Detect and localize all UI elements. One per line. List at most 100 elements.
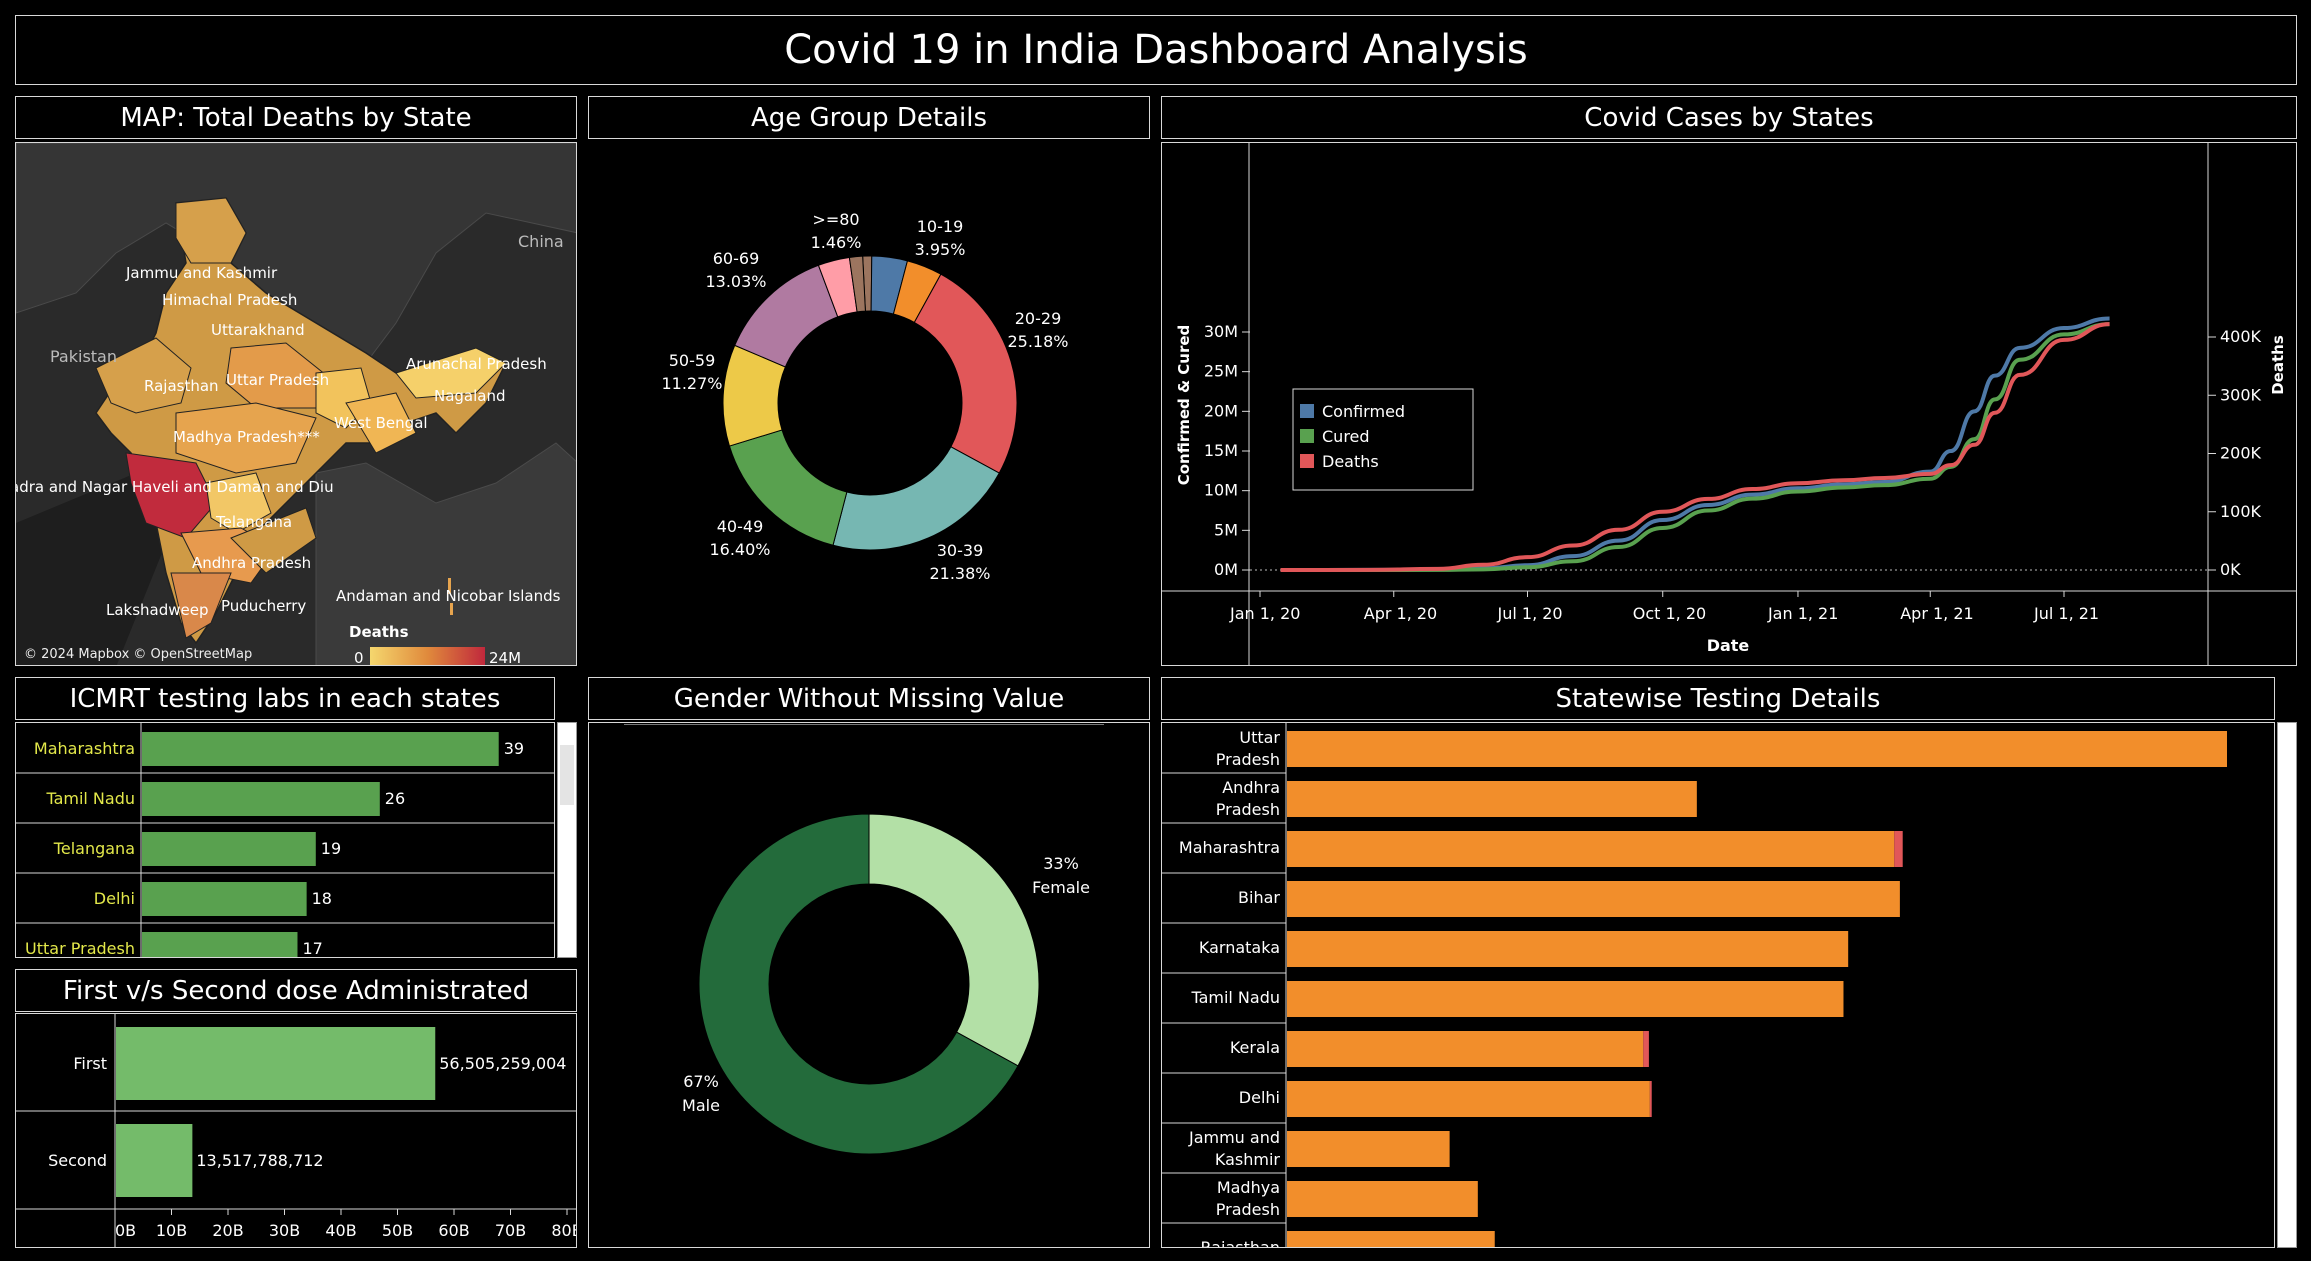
map-legend-title: Deaths	[349, 623, 409, 641]
age-slice-pct: 1.46%	[811, 233, 862, 252]
age-slice-label: 60-69	[713, 249, 760, 268]
testing-bar	[1287, 1081, 1650, 1117]
covid-legend-label: Confirmed	[1322, 402, 1405, 421]
age-donut-chart[interactable]: 10-19 3.95% 20-29 25.18% 30-39 21.38% 40-49 16.…	[588, 142, 1150, 666]
map-state-label: adra and Nagar Haveli and Daman and Diu	[16, 478, 334, 496]
map-panel[interactable]: Jammu and Kashmir Himachal Pradesh Uttar…	[15, 142, 577, 666]
map-state-label: Arunachal Pradesh	[406, 355, 547, 373]
dose-xtick-label: 40B	[325, 1221, 356, 1240]
age-slice-pct: 25.18%	[1007, 332, 1068, 351]
map-country-label: Pakistan	[50, 347, 117, 366]
covid-title: Covid Cases by States	[1584, 102, 1874, 133]
dose-xtick-label: 70B	[495, 1221, 526, 1240]
dose-bar-chart[interactable]: First 56,505,259,004 Second 13,517,788,712 0…	[16, 1014, 583, 1247]
testing-state-label: Bihar	[1238, 888, 1280, 907]
map-state-label: Puducherry	[221, 597, 306, 615]
dose-title: First v/s Second dose Administrated	[62, 975, 530, 1006]
covid-ytick-label: 30M	[1204, 322, 1238, 341]
icmr-bar-value: 18	[312, 889, 332, 908]
age-slice	[832, 446, 1000, 551]
testing-state-label: Maharashtra	[1179, 838, 1280, 857]
map-state-label: Nagaland	[434, 387, 506, 405]
dose-category-label: Second	[48, 1151, 107, 1170]
dose-xtick-label: 80B	[551, 1221, 576, 1240]
covid-y2tick-label: 300K	[2220, 385, 2262, 404]
gender-title-bar: Gender Without Missing Value	[588, 677, 1150, 720]
icmr-bar-value: 19	[321, 839, 341, 858]
covid-y2tick-label: 0K	[2220, 560, 2241, 579]
testing-state-label: Uttar Pradesh	[1216, 728, 1281, 769]
icmr-title: ICMRT testing labs in each states	[69, 683, 501, 714]
icmr-panel: Maharashtra 39 Tamil Nadu 26 Telangana 19 Delh…	[15, 722, 555, 958]
dose-xtick-label: 10B	[156, 1221, 187, 1240]
testing-panel: Uttar Pradesh Andhra Pradesh Maharashtra Biha…	[1161, 722, 2275, 1248]
icmr-bar	[142, 732, 499, 766]
icmr-bar-value: 26	[385, 789, 405, 808]
dose-xtick-label: 30B	[269, 1221, 300, 1240]
testing-state-label: Karnataka	[1199, 938, 1280, 957]
gender-slice-label: Female	[1032, 878, 1090, 897]
testing-bar	[1287, 931, 1849, 967]
covid-y-axis-title: Confirmed & Cured	[1175, 325, 1193, 486]
dose-title-bar: First v/s Second dose Administrated	[15, 969, 577, 1012]
icmr-bar-chart[interactable]: Maharashtra 39 Tamil Nadu 26 Telangana 19 Delh…	[16, 723, 554, 957]
testing-state-label: Kerala	[1230, 1038, 1280, 1057]
icmr-state-label: Delhi	[94, 889, 135, 908]
icmr-scroll-thumb[interactable]	[560, 745, 574, 805]
icmr-state-label: Tamil Nadu	[45, 789, 135, 808]
map-state-label: Rajasthan	[144, 377, 219, 395]
icmr-state-label: Maharashtra	[34, 739, 135, 758]
testing-bar	[1287, 1231, 1495, 1247]
icmr-bar	[142, 882, 307, 916]
dose-bar-value: 13,517,788,712	[196, 1151, 323, 1170]
icmr-state-label: Uttar Pradesh	[25, 939, 135, 957]
gender-slice-pct: 33%	[1043, 854, 1079, 873]
map-state-label: Jammu and Kashmir	[125, 264, 278, 282]
covid-xtick-label: Apr 1, 21	[1900, 604, 1973, 623]
icmr-title-bar: ICMRT testing labs in each states	[15, 677, 555, 720]
covid-line-chart[interactable]: 0M 5M 10M 15M 20M 25M 30M 0K 100K 200K 300K 400K Jan…	[1162, 143, 2296, 665]
map-state-label: Uttarakhand	[211, 321, 305, 339]
map-state-label: Himachal Pradesh	[162, 291, 297, 309]
india-map[interactable]: Jammu and Kashmir Himachal Pradesh Uttar…	[16, 143, 577, 666]
testing-bar	[1287, 1131, 1450, 1167]
map-state-label: West Bengal	[334, 414, 428, 432]
gender-donut-chart[interactable]: 33% Female 67% Male	[589, 723, 1149, 1247]
icmr-scrollbar[interactable]	[557, 722, 577, 958]
dose-panel: First 56,505,259,004 Second 13,517,788,712 0…	[15, 1013, 583, 1248]
age-panel: 10-19 3.95% 20-29 25.18% 30-39 21.38% 40-49 16.…	[588, 142, 1150, 666]
map-legend-min: 0	[354, 649, 364, 666]
age-slice-label: >=80	[812, 210, 859, 229]
testing-bar	[1287, 731, 2227, 767]
dashboard-title-bar: Covid 19 in India Dashboard Analysis	[15, 15, 2297, 85]
map-state-label: Lakshadweep	[106, 601, 209, 619]
covid-y2tick-label: 100K	[2220, 502, 2262, 521]
gender-title: Gender Without Missing Value	[673, 683, 1065, 714]
testing-state-label: Andhra Pradesh	[1216, 778, 1280, 819]
testing-bar	[1287, 981, 1844, 1017]
age-slice-label: 40-49	[717, 517, 764, 536]
covid-ytick-label: 5M	[1214, 520, 1238, 539]
testing-bar	[1287, 831, 1895, 867]
age-title: Age Group Details	[750, 102, 988, 133]
age-title-bar: Age Group Details	[588, 96, 1150, 139]
covid-y2-axis-title: Deaths	[2269, 335, 2287, 395]
testing-bar	[1287, 1181, 1478, 1217]
covid-legend-label: Cured	[1322, 427, 1370, 446]
covid-xtick-label: Jul 1, 20	[1497, 604, 1563, 623]
map-legend-gradient	[370, 647, 485, 665]
testing-bar	[1649, 1081, 1652, 1117]
covid-xtick-label: Jan 1, 21	[1767, 604, 1838, 623]
testing-bar-chart[interactable]: Uttar Pradesh Andhra Pradesh Maharashtra Biha…	[1162, 723, 2274, 1247]
covid-ytick-label: 10M	[1204, 481, 1238, 500]
age-slice-pct: 13.03%	[705, 272, 766, 291]
covid-xtick-label: Jul 1, 21	[2033, 604, 2099, 623]
covid-y2tick-label: 400K	[2220, 327, 2262, 346]
testing-scrollbar[interactable]	[2277, 722, 2297, 1248]
map-state-label: Madhya Pradesh***	[173, 428, 320, 446]
age-slice-label: 10-19	[917, 217, 964, 236]
age-slice-pct: 3.95%	[915, 240, 966, 259]
dose-bar	[116, 1124, 193, 1197]
covid-legend: Confirmed Cured Deaths	[1292, 388, 1474, 491]
testing-title-bar: Statewise Testing Details	[1161, 677, 2275, 720]
